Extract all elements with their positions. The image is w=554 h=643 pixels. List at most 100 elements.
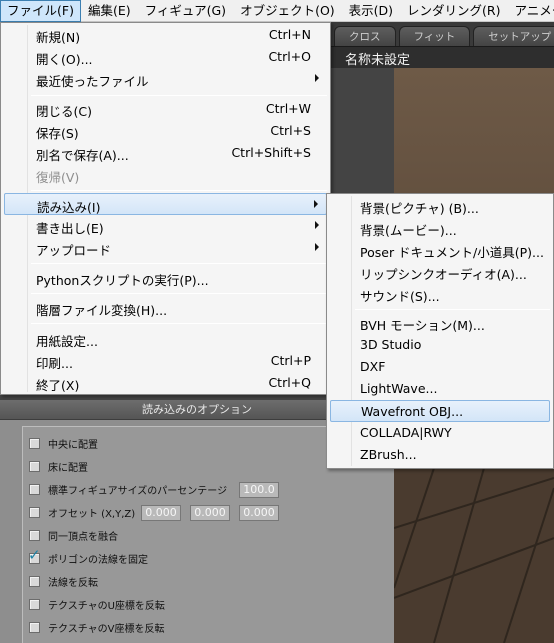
- menu-separator: [31, 95, 327, 96]
- menu-item-print[interactable]: 印刷... Ctrl+P: [4, 350, 327, 372]
- shortcut-label: Ctrl+S: [270, 123, 311, 138]
- menu-separator: [31, 293, 327, 294]
- checkbox[interactable]: [29, 483, 40, 495]
- menu-item-page-setup[interactable]: 用紙設定...: [4, 328, 327, 350]
- menu-item-label: DXF: [360, 359, 386, 374]
- checkbox[interactable]: [29, 529, 40, 541]
- offset-y-input[interactable]: 0.000: [190, 505, 230, 521]
- menu-item-label: 印刷...: [36, 356, 73, 371]
- submenu-item-poser-document[interactable]: Poser ドキュメント/小道具(P)...: [330, 239, 550, 261]
- tab-cloth[interactable]: クロス: [334, 26, 396, 46]
- menu-item-label: 背景(ピクチャ) (B)...: [360, 201, 479, 216]
- tab-fit[interactable]: フィット: [398, 26, 471, 46]
- checkbox[interactable]: [29, 621, 40, 633]
- menu-item-close[interactable]: 閉じる(C) Ctrl+W: [4, 98, 327, 120]
- submenu-arrow-icon: [315, 221, 319, 229]
- menu-item-label: 保存(S): [36, 126, 79, 141]
- option-flip-v[interactable]: テクスチャのV座標を反転: [29, 619, 164, 635]
- menu-item-label: リップシンクオーディオ(A)...: [360, 267, 527, 282]
- menu-animation[interactable]: アニメーシ: [508, 0, 554, 22]
- menu-item-label: 3D Studio: [360, 337, 422, 352]
- offset-x-input[interactable]: 0.000: [141, 505, 181, 521]
- menu-item-label: 最近使ったファイル: [36, 74, 149, 89]
- tab-setup[interactable]: セットアップ: [473, 26, 554, 46]
- menu-item-label: アップロード: [36, 243, 112, 258]
- checkbox[interactable]: [29, 506, 40, 518]
- menu-item-open[interactable]: 開く(O)... Ctrl+O: [4, 46, 327, 68]
- percentage-input[interactable]: 100.0: [239, 482, 279, 498]
- menu-display[interactable]: 表示(D): [342, 0, 400, 22]
- option-flip-normals[interactable]: 法線を反転: [29, 573, 98, 589]
- submenu-item-3d-studio[interactable]: 3D Studio: [330, 334, 550, 356]
- menu-item-new[interactable]: 新規(N) Ctrl+N: [4, 24, 327, 46]
- option-label: 中央に配置: [48, 439, 98, 451]
- menu-item-label: Poser ドキュメント/小道具(P)...: [360, 245, 544, 260]
- submenu-arrow-icon: [314, 200, 318, 208]
- checkbox-checked[interactable]: ✓: [28, 547, 41, 564]
- menu-separator: [355, 309, 550, 310]
- option-label: 法線を反転: [48, 577, 98, 589]
- menu-item-label: 閉じる(C): [36, 104, 92, 119]
- submenu-item-zbrush[interactable]: ZBrush...: [330, 444, 550, 466]
- menu-item-convert-hierarchy[interactable]: 階層ファイル変換(H)...: [4, 297, 327, 319]
- submenu-item-background-movie[interactable]: 背景(ムービー)...: [330, 217, 550, 239]
- submenu-item-wavefront-obj[interactable]: Wavefront OBJ...: [330, 400, 550, 422]
- shortcut-label: Ctrl+Shift+S: [231, 145, 311, 160]
- offset-z-input[interactable]: 0.000: [239, 505, 279, 521]
- checkbox[interactable]: [29, 575, 40, 587]
- menu-item-label: 終了(X): [36, 378, 80, 393]
- submenu-item-lightwave[interactable]: LightWave...: [330, 378, 550, 400]
- menu-item-label: 用紙設定...: [36, 334, 98, 349]
- menu-item-revert: 復帰(V): [4, 164, 327, 186]
- menu-item-label: 別名で保存(A)...: [36, 148, 129, 163]
- submenu-item-lipsync-audio[interactable]: リップシンクオーディオ(A)...: [330, 261, 550, 283]
- option-flip-u[interactable]: テクスチャのU座標を反転: [29, 596, 165, 612]
- menu-item-label: 階層ファイル変換(H)...: [36, 303, 168, 318]
- menu-item-run-python[interactable]: Pythonスクリプトの実行(P)...: [4, 267, 327, 289]
- menu-separator: [31, 323, 327, 324]
- checkmark-icon: ✓: [28, 545, 41, 564]
- menu-item-upload[interactable]: アップロード: [4, 237, 327, 259]
- option-offset[interactable]: オフセット (X,Y,Z): [29, 504, 135, 520]
- submenu-item-bvh-motion[interactable]: BVH モーション(M)...: [330, 312, 550, 334]
- option-weld-vertices[interactable]: 同一頂点を融合: [29, 527, 118, 543]
- shortcut-label: Ctrl+W: [265, 101, 311, 116]
- checkbox[interactable]: [29, 598, 40, 610]
- submenu-item-sound[interactable]: サウンド(S)...: [330, 283, 550, 305]
- menu-item-import[interactable]: 読み込み(I): [4, 193, 327, 215]
- option-percentage[interactable]: 標準フィギュアサイズのパーセンテージ: [29, 481, 227, 497]
- menu-figure[interactable]: フィギュア(G): [138, 0, 233, 22]
- submenu-item-background-picture[interactable]: 背景(ピクチャ) (B)...: [330, 195, 550, 217]
- menu-item-label: BVH モーション(M)...: [360, 318, 485, 333]
- checkbox[interactable]: [29, 460, 40, 472]
- menu-item-label: Wavefront OBJ...: [361, 404, 464, 419]
- menu-item-save[interactable]: 保存(S) Ctrl+S: [4, 120, 327, 142]
- menu-bar: ファイル(F) 編集(E) フィギュア(G) オブジェクト(O) 表示(D) レ…: [0, 0, 554, 22]
- import-submenu: 背景(ピクチャ) (B)... 背景(ムービー)... Poser ドキュメント…: [326, 193, 554, 469]
- option-fix-normals[interactable]: ✓ ポリゴンの法線を固定: [28, 547, 148, 566]
- submenu-item-collada[interactable]: COLLADA|RWY: [330, 422, 550, 444]
- menu-item-exit[interactable]: 終了(X) Ctrl+Q: [4, 372, 327, 394]
- menu-item-label: 復帰(V): [36, 170, 80, 185]
- menu-item-save-as[interactable]: 別名で保存(A)... Ctrl+Shift+S: [4, 142, 327, 164]
- option-center[interactable]: 中央に配置: [29, 435, 98, 451]
- menu-edit[interactable]: 編集(E): [81, 0, 138, 22]
- checkbox[interactable]: [29, 437, 40, 449]
- menu-item-label: 開く(O)...: [36, 52, 93, 67]
- menu-render[interactable]: レンダリング(R): [400, 0, 507, 22]
- room-tab-strip: クロス フィット セットアップ: [330, 22, 554, 46]
- menu-item-label: 読み込み(I): [37, 200, 101, 215]
- option-label: テクスチャのU座標を反転: [48, 600, 165, 612]
- menu-item-label: サウンド(S)...: [360, 289, 440, 304]
- menu-file[interactable]: ファイル(F): [0, 0, 81, 22]
- menu-item-label: 背景(ムービー)...: [360, 223, 457, 238]
- menu-object[interactable]: オブジェクト(O): [233, 0, 342, 22]
- menu-item-recent-files[interactable]: 最近使ったファイル: [4, 68, 327, 90]
- option-label: オフセット (X,Y,Z): [48, 508, 136, 520]
- option-place-on-floor[interactable]: 床に配置: [29, 458, 88, 474]
- submenu-item-dxf[interactable]: DXF: [330, 356, 550, 378]
- menu-item-label: Pythonスクリプトの実行(P)...: [36, 273, 209, 288]
- menu-item-export[interactable]: 書き出し(E): [4, 215, 327, 237]
- option-label: テクスチャのV座標を反転: [48, 623, 165, 635]
- option-label: 標準フィギュアサイズのパーセンテージ: [48, 485, 228, 497]
